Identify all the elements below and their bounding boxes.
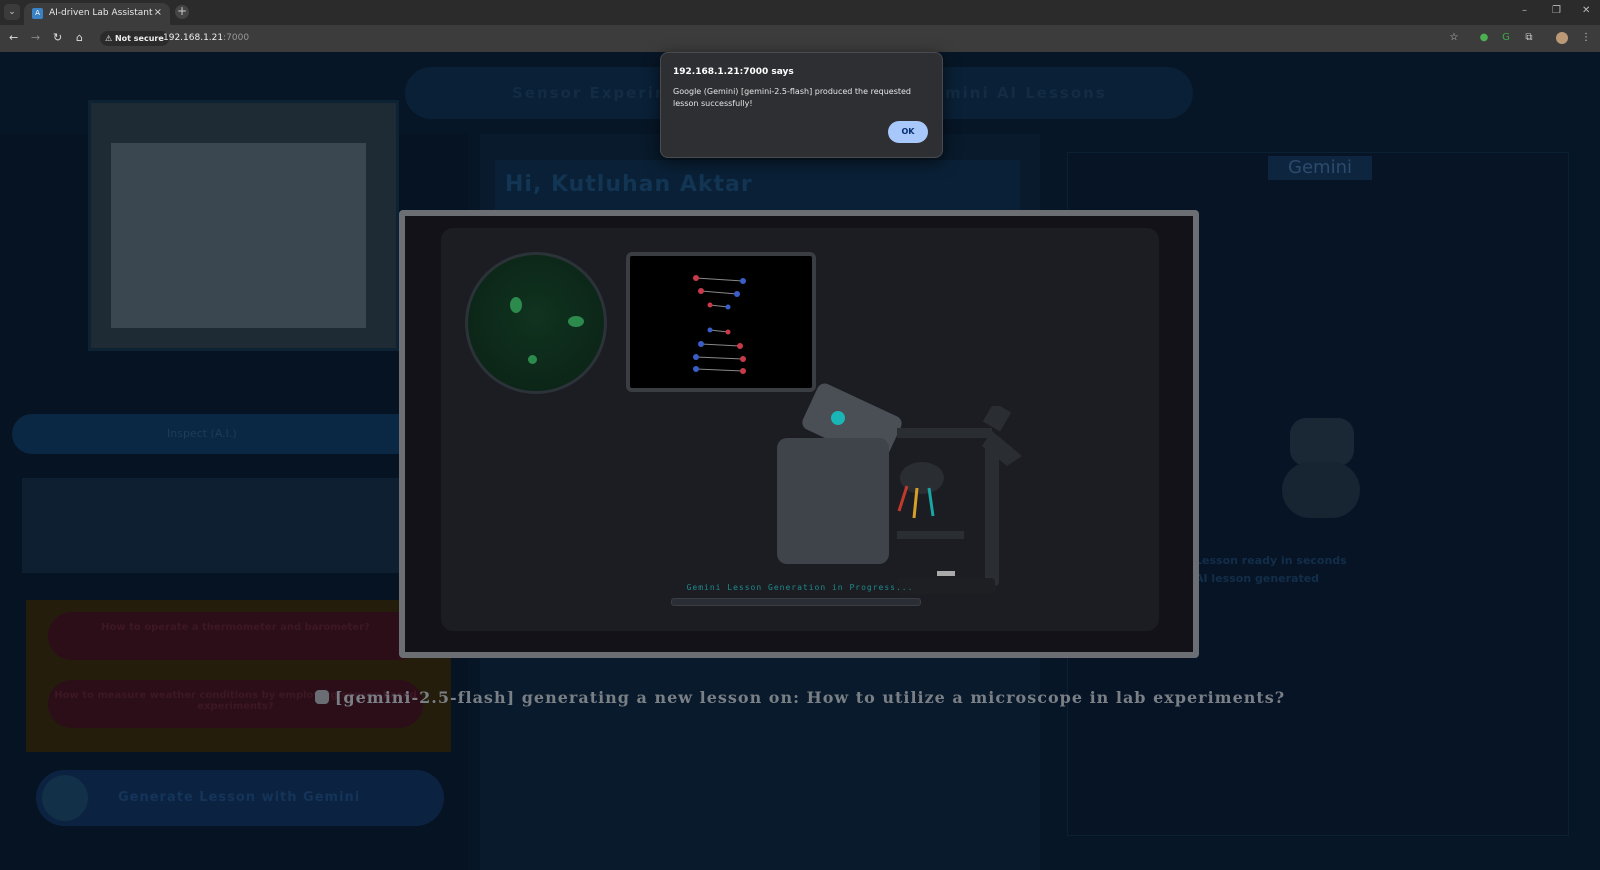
progress-label: Gemini Lesson Generation in Progress... [686, 583, 914, 592]
browser-tab[interactable]: A AI-driven Lab Assistant × [24, 3, 170, 25]
banner-left-text: Sensor Experime [512, 84, 685, 102]
lesson-options-box: How to operate a thermometer and baromet… [26, 600, 451, 752]
profile-avatar[interactable] [1556, 32, 1568, 44]
lesson-topic-input[interactable] [22, 478, 417, 573]
tab-search-button[interactable]: ⌄ [4, 4, 20, 20]
app-favicon-icon: A [32, 8, 43, 19]
alert-heading: 192.168.1.21:7000 says [673, 67, 794, 77]
lesson-option-1-label: How to operate a thermometer and baromet… [101, 622, 370, 633]
microscope-icon [897, 406, 1022, 594]
address-bar[interactable]: 192.168.1.21:7000 [163, 33, 249, 43]
lesson-option-1[interactable]: How to operate a thermometer and baromet… [48, 612, 423, 660]
url-port: :7000 [223, 33, 250, 43]
robot-status-icon [314, 690, 329, 704]
right-panel-text-1: Lesson ready in seconds [1195, 554, 1347, 567]
right-panel-text-2: AI lesson generated [1195, 572, 1320, 585]
robot-mascot-body [1282, 462, 1360, 518]
grammarly-icon[interactable]: G [1500, 32, 1512, 44]
forward-icon[interactable]: → [31, 31, 40, 44]
extension-shield-icon[interactable]: ● [1478, 32, 1490, 44]
browser-menu-icon[interactable]: ⋮ [1580, 32, 1592, 44]
tab-close-icon[interactable]: × [154, 7, 162, 18]
robot-body-icon [777, 438, 889, 564]
gemini-badge-icon [42, 775, 88, 821]
bookmark-star-icon[interactable]: ☆ [1448, 32, 1460, 44]
petri-dish-icon [465, 252, 607, 394]
gemini-logo: Gemini [1268, 156, 1372, 180]
robot-eye-icon [831, 411, 845, 425]
inspect-button[interactable]: Inspect (A.I.) [12, 414, 417, 454]
tab-title: AI-driven Lab Assistant [49, 8, 153, 18]
alert-dialog: 192.168.1.21:7000 says Google (Gemini) [… [660, 52, 943, 158]
extensions-puzzle-icon[interactable]: ⧉ [1523, 32, 1535, 44]
greeting-text: Hi, Kutluhan Aktar [505, 172, 753, 197]
dna-monitor-icon [626, 252, 816, 392]
alert-ok-button[interactable]: OK [888, 121, 928, 143]
lab-animation-scene: Gemini Lesson Generation in Progress... [441, 228, 1159, 631]
inspect-label: Inspect (A.I.) [167, 427, 237, 440]
progress-bar [671, 598, 921, 606]
back-icon[interactable]: ← [9, 31, 18, 44]
generate-lesson-label: Generate Lesson with Gemini [118, 790, 361, 805]
banner-right-text: mini AI Lessons [945, 84, 1107, 102]
generate-lesson-button[interactable]: Generate Lesson with Gemini [36, 770, 444, 826]
window-close-icon[interactable]: ✕ [1582, 5, 1590, 16]
minimize-icon[interactable]: – [1522, 5, 1527, 16]
restore-icon[interactable]: ❐ [1552, 5, 1561, 16]
alert-message: Google (Gemini) [gemini-2.5-flash] produ… [673, 87, 911, 108]
browser-toolbar: ← → ↻ ⌂ ⚠ Not secure 192.168.1.21:7000 ☆… [0, 25, 1600, 52]
reload-icon[interactable]: ↻ [53, 31, 62, 44]
new-tab-button[interactable]: + [175, 5, 189, 19]
camera-feed-image [88, 100, 399, 351]
robot-mascot-icon [1290, 418, 1354, 466]
url-host: 192.168.1.21 [163, 33, 224, 43]
tab-bar: ⌄ A AI-driven Lab Assistant × + – ❐ ✕ [0, 0, 1600, 25]
generation-status-label: [gemini-2.5-flash] generating a new less… [334, 688, 1286, 707]
generation-status-text: [gemini-2.5-flash] generating a new less… [0, 688, 1600, 707]
home-icon[interactable]: ⌂ [76, 31, 83, 44]
greeting-card: Hi, Kutluhan Aktar [495, 160, 1020, 210]
security-badge[interactable]: ⚠ Not secure [100, 31, 169, 46]
lesson-generation-modal: Gemini Lesson Generation in Progress... [399, 210, 1199, 658]
